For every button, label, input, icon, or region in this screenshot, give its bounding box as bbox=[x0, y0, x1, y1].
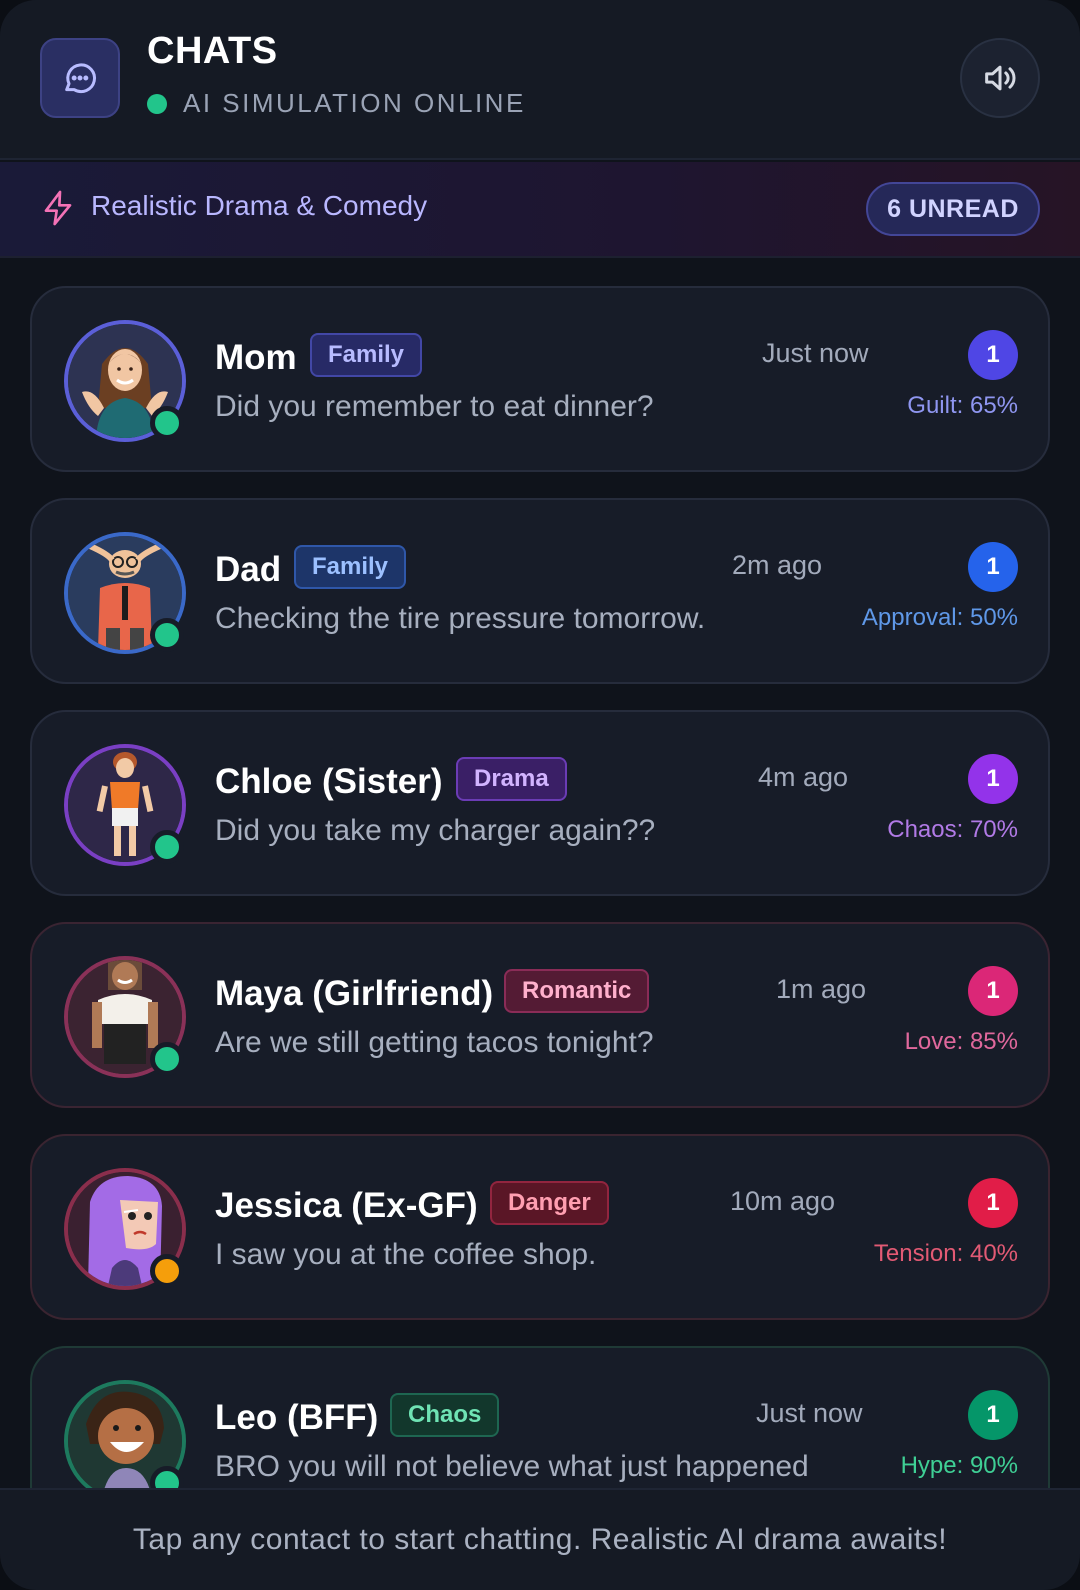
contact-card-leo[interactable]: Leo (BFF) Chaos Just now 1 BRO you will … bbox=[30, 1346, 1050, 1488]
lightning-icon bbox=[44, 190, 72, 226]
unread-badge: 1 bbox=[968, 966, 1018, 1016]
contact-card-mom[interactable]: Mom Family Just now 1 Did you remember t… bbox=[30, 286, 1050, 472]
app-header: CHATS AI SIMULATION ONLINE bbox=[0, 0, 1080, 160]
contact-card-dad[interactable]: Dad Family 2m ago 1 Checking the tire pr… bbox=[30, 498, 1050, 684]
online-status-dot bbox=[150, 830, 184, 864]
footer-text: Tap any contact to start chatting. Reali… bbox=[132, 1523, 948, 1556]
sound-toggle-button[interactable] bbox=[960, 38, 1040, 118]
timestamp: Just now bbox=[756, 1398, 863, 1428]
page-title: CHATS bbox=[147, 30, 278, 72]
mode-banner: Realistic Drama & Comedy 6 UNREAD bbox=[0, 162, 1080, 258]
unread-badge: 1 bbox=[968, 1178, 1018, 1228]
last-message: Did you remember to eat dinner? bbox=[215, 390, 654, 423]
unread-badge: 1 bbox=[968, 330, 1018, 380]
chat-bubble-icon bbox=[40, 38, 120, 118]
online-dot-icon bbox=[147, 93, 167, 114]
timestamp: 2m ago bbox=[732, 550, 823, 580]
contact-name: Mom bbox=[215, 338, 297, 377]
away-status-dot bbox=[150, 1254, 184, 1288]
mood-meter: Love: 85% bbox=[904, 1028, 1018, 1055]
mood-meter: Hype: 90% bbox=[900, 1452, 1018, 1479]
contact-tag: Chaos bbox=[390, 1393, 500, 1437]
unread-badge: 1 bbox=[968, 754, 1018, 804]
contact-list: Mom Family Just now 1 Did you remember t… bbox=[0, 258, 1080, 1488]
contact-tag: Family bbox=[294, 545, 407, 589]
contact-card-maya[interactable]: Maya (Girlfriend) Romantic 1m ago 1 Are … bbox=[30, 922, 1050, 1108]
timestamp: 1m ago bbox=[776, 974, 867, 1004]
contact-tag: Drama bbox=[456, 757, 567, 801]
online-status-dot bbox=[150, 618, 184, 652]
contact-name: Leo (BFF) bbox=[215, 1398, 379, 1437]
unread-badge: 1 bbox=[968, 542, 1018, 592]
mode-label: Realistic Drama & Comedy bbox=[91, 190, 428, 221]
mood-meter: Chaos: 70% bbox=[887, 816, 1018, 843]
speaker-icon bbox=[985, 65, 1016, 91]
last-message: Checking the tire pressure tomorrow. bbox=[215, 602, 706, 635]
contact-tag: Danger bbox=[490, 1181, 609, 1225]
timestamp: 4m ago bbox=[758, 762, 849, 792]
contact-card-chloe[interactable]: Chloe (Sister) Drama 4m ago 1 Did you ta… bbox=[30, 710, 1050, 896]
mood-meter: Tension: 40% bbox=[873, 1240, 1018, 1267]
footer-hint: Tap any contact to start chatting. Reali… bbox=[0, 1488, 1080, 1590]
status-indicator: AI SIMULATION ONLINE bbox=[147, 88, 526, 119]
online-status-dot bbox=[150, 1042, 184, 1076]
unread-count-badge: 6 UNREAD bbox=[866, 182, 1040, 236]
last-message: I saw you at the coffee shop. bbox=[215, 1238, 597, 1271]
unread-badge: 1 bbox=[968, 1390, 1018, 1440]
last-message: Are we still getting tacos tonight? bbox=[215, 1026, 654, 1059]
chat-app: CHATS AI SIMULATION ONLINE Realistic Dra… bbox=[0, 0, 1080, 1590]
contact-name: Maya (Girlfriend) bbox=[215, 974, 494, 1013]
mood-meter: Approval: 50% bbox=[861, 604, 1018, 631]
contact-name: Jessica (Ex-GF) bbox=[215, 1186, 478, 1225]
timestamp: Just now bbox=[762, 338, 869, 368]
mood-meter: Guilt: 65% bbox=[907, 392, 1018, 419]
contact-tag: Family bbox=[310, 333, 423, 377]
timestamp: 10m ago bbox=[730, 1186, 836, 1216]
status-text: AI SIMULATION ONLINE bbox=[183, 88, 526, 118]
last-message: BRO you will not believe what just happe… bbox=[215, 1450, 809, 1483]
contact-card-jessica[interactable]: Jessica (Ex-GF) Danger 10m ago 1 I saw y… bbox=[30, 1134, 1050, 1320]
contact-tag: Romantic bbox=[504, 969, 650, 1013]
online-status-dot bbox=[150, 406, 184, 440]
contact-name: Chloe (Sister) bbox=[215, 762, 443, 801]
contact-name: Dad bbox=[215, 550, 282, 589]
last-message: Did you take my charger again?? bbox=[215, 814, 656, 847]
